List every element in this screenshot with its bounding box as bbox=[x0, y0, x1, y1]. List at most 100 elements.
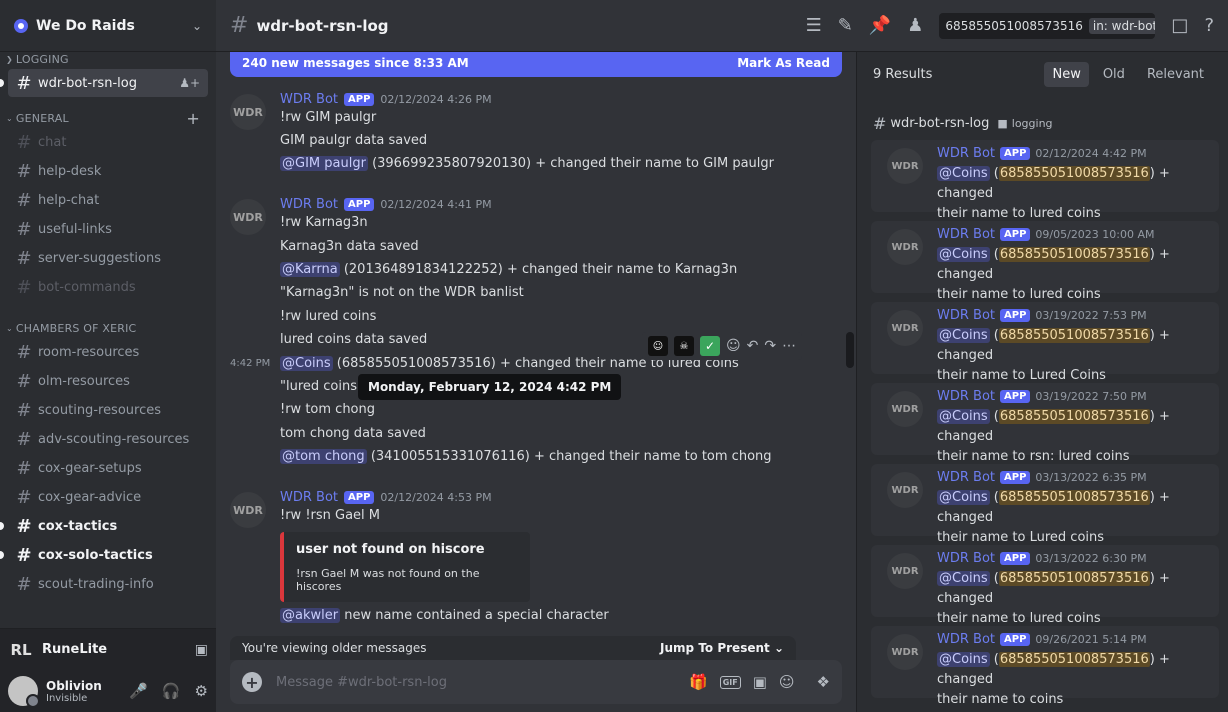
author-name[interactable]: WDR Bot bbox=[937, 146, 995, 161]
user-mention[interactable]: @Coins bbox=[937, 328, 990, 343]
channel-room-resources[interactable]: # room-resources bbox=[8, 338, 208, 366]
author-name[interactable]: WDR Bot bbox=[280, 92, 338, 107]
chat-scrollbar[interactable] bbox=[846, 332, 854, 368]
user-mention[interactable]: @akwler bbox=[280, 608, 341, 623]
user-mention[interactable]: @Coins bbox=[280, 356, 333, 371]
new-messages-bar[interactable]: 240 new messages since 8:33 AM Mark As R… bbox=[230, 52, 842, 77]
add-reaction-icon[interactable]: ☺ bbox=[726, 338, 741, 354]
bot-avatar[interactable]: WDR bbox=[887, 553, 923, 589]
author-name[interactable]: WDR Bot bbox=[937, 551, 995, 566]
user-mention[interactable]: @Coins bbox=[937, 490, 990, 505]
channel-help-desk[interactable]: # help-desk bbox=[8, 157, 208, 185]
chevron-down-icon[interactable]: ⌄ bbox=[192, 19, 202, 33]
microphone-icon[interactable]: 🎤 bbox=[129, 682, 148, 700]
channel-label: olm-resources bbox=[38, 373, 130, 389]
category-chambers-of-xeric[interactable]: ⌄ CHAMBERS OF XERIC bbox=[0, 319, 216, 337]
emoji-icon[interactable]: ☺ bbox=[779, 673, 795, 691]
channel-cox-gear-advice[interactable]: # cox-gear-advice bbox=[8, 483, 208, 511]
sort-new-button[interactable]: New bbox=[1044, 61, 1089, 87]
channel-wdr-bot-rsn-log[interactable]: # wdr-bot-rsn-log ♟+ bbox=[0, 69, 208, 97]
channel-scout-trading-info[interactable]: # scout-trading-info bbox=[8, 570, 208, 598]
add-user-icon[interactable]: ♟+ bbox=[179, 76, 200, 90]
forward-icon[interactable]: ↷ bbox=[764, 338, 776, 354]
message-input[interactable] bbox=[276, 674, 678, 690]
search-input[interactable]: 685855051008573516 in: wdr-bot ✕ bbox=[939, 12, 1156, 39]
user-mention[interactable]: @GIM paulgr bbox=[280, 156, 368, 171]
plus-icon[interactable]: + bbox=[186, 109, 200, 128]
bot-avatar[interactable]: WDR bbox=[230, 94, 266, 130]
bot-avatar[interactable]: WDR bbox=[887, 310, 923, 346]
user-mention[interactable]: @Coins bbox=[937, 652, 990, 667]
channel-adv-scouting-resources[interactable]: # adv-scouting-resources bbox=[8, 425, 208, 453]
server-header[interactable]: We Do Raids ⌄ bbox=[0, 0, 216, 52]
author-name[interactable]: WDR Bot bbox=[937, 470, 995, 485]
bot-avatar[interactable]: WDR bbox=[887, 148, 923, 184]
channel-olm-resources[interactable]: # olm-resources bbox=[8, 367, 208, 395]
channel-help-chat[interactable]: # help-chat bbox=[8, 186, 208, 214]
mark-as-read-button[interactable]: Mark As Read bbox=[737, 56, 830, 70]
sticker-icon[interactable]: ▣ bbox=[753, 673, 767, 691]
channel-bot-commands[interactable]: # bot-commands bbox=[8, 273, 208, 301]
search-result-card[interactable]: WDR WDR Bot APP 09/05/2023 10:00 AM @Coins (… bbox=[871, 221, 1219, 302]
channel-cox-tactics[interactable]: # cox-tactics bbox=[0, 512, 208, 540]
headphones-icon[interactable]: 🎧 bbox=[162, 682, 181, 700]
threads-icon[interactable]: ☰ bbox=[806, 15, 822, 36]
result-text: their name to rsn: lured coins bbox=[937, 449, 1130, 464]
plus-icon[interactable]: + bbox=[242, 672, 262, 692]
apps-icon[interactable]: ❖ bbox=[817, 673, 830, 691]
reply-icon[interactable]: ↶ bbox=[747, 338, 759, 354]
search-result-card[interactable]: WDR WDR Bot APP 03/19/2022 7:50 PM @Coins (6… bbox=[871, 383, 1219, 464]
reaction-emoji-icon[interactable]: ☺ bbox=[648, 336, 668, 356]
user-mention[interactable]: @Coins bbox=[937, 409, 990, 424]
bot-avatar[interactable]: WDR bbox=[230, 199, 266, 235]
author-name[interactable]: WDR Bot bbox=[937, 227, 995, 242]
author-name[interactable]: WDR Bot bbox=[280, 490, 338, 505]
notification-mute-icon[interactable]: ✎ bbox=[838, 15, 853, 36]
search-result-card[interactable]: WDR WDR Bot APP 03/19/2022 7:53 PM @Coins (6… bbox=[871, 302, 1219, 383]
channel-cox-solo-tactics[interactable]: # cox-solo-tactics bbox=[0, 541, 208, 569]
sort-old-button[interactable]: Old bbox=[1095, 62, 1133, 87]
channel-chat[interactable]: # chat bbox=[8, 128, 208, 156]
bot-avatar[interactable]: WDR bbox=[887, 472, 923, 508]
search-result-card[interactable]: WDR WDR Bot APP 09/26/2021 5:14 PM @Coins (6… bbox=[871, 626, 1219, 707]
author-name[interactable]: WDR Bot bbox=[937, 389, 995, 404]
author-name[interactable]: WDR Bot bbox=[937, 632, 995, 647]
channel-cox-gear-setups[interactable]: # cox-gear-setups bbox=[8, 454, 208, 482]
channel-label: chat bbox=[38, 134, 67, 150]
user-mention[interactable]: @Coins bbox=[937, 166, 990, 181]
bot-avatar[interactable]: WDR bbox=[887, 634, 923, 670]
inbox-icon[interactable]: □ bbox=[1171, 15, 1188, 36]
avatar[interactable] bbox=[8, 676, 40, 708]
author-name[interactable]: WDR Bot bbox=[280, 197, 338, 212]
check-emoji-icon[interactable]: ✓ bbox=[700, 336, 720, 356]
ban-emoji-icon[interactable]: ☠ bbox=[674, 336, 694, 356]
channel-server-suggestions[interactable]: # server-suggestions bbox=[8, 244, 208, 272]
screen-share-icon[interactable]: ▣ bbox=[195, 642, 208, 658]
channel-useful-links[interactable]: # useful-links bbox=[8, 215, 208, 243]
search-result-card[interactable]: WDR WDR Bot APP 02/12/2024 4:42 PM @Coins (6… bbox=[871, 140, 1219, 221]
bot-avatar[interactable]: WDR bbox=[887, 391, 923, 427]
sort-relevant-button[interactable]: Relevant bbox=[1139, 62, 1212, 87]
user-mention[interactable]: @tom chong bbox=[280, 449, 367, 464]
gift-icon[interactable]: 🎁 bbox=[689, 673, 708, 691]
jump-to-present-button[interactable]: Jump To Present ⌄ bbox=[660, 641, 784, 655]
user-mention[interactable]: @Coins bbox=[937, 247, 990, 262]
bot-avatar[interactable]: WDR bbox=[230, 492, 266, 528]
category-logging[interactable]: ❯ LOGGING bbox=[0, 50, 216, 68]
channel-scouting-resources[interactable]: # scouting-resources bbox=[8, 396, 208, 424]
user-mention[interactable]: @Karrna bbox=[280, 262, 340, 277]
search-result-card[interactable]: WDR WDR Bot APP 03/13/2022 6:35 PM @Coins (6… bbox=[871, 464, 1219, 545]
user-mention[interactable]: @Coins bbox=[937, 571, 990, 586]
author-name[interactable]: WDR Bot bbox=[937, 308, 995, 323]
pin-icon[interactable]: 📌 bbox=[869, 15, 891, 36]
bot-avatar[interactable]: WDR bbox=[887, 229, 923, 265]
member-list-icon[interactable]: ♟ bbox=[907, 15, 923, 36]
results-channel-header[interactable]: # wdr-bot-rsn-log ■ logging bbox=[873, 114, 1053, 133]
more-icon[interactable]: ⋯ bbox=[782, 338, 796, 354]
help-icon[interactable]: ? bbox=[1204, 15, 1214, 36]
user-info[interactable]: Oblivion Invisible bbox=[46, 679, 115, 704]
gif-icon[interactable]: GIF bbox=[719, 675, 741, 689]
category-general[interactable]: ⌄ GENERAL + bbox=[0, 109, 216, 128]
search-result-card[interactable]: WDR WDR Bot APP 03/13/2022 6:30 PM @Coins (6… bbox=[871, 545, 1219, 626]
gear-icon[interactable]: ⚙ bbox=[195, 682, 208, 700]
